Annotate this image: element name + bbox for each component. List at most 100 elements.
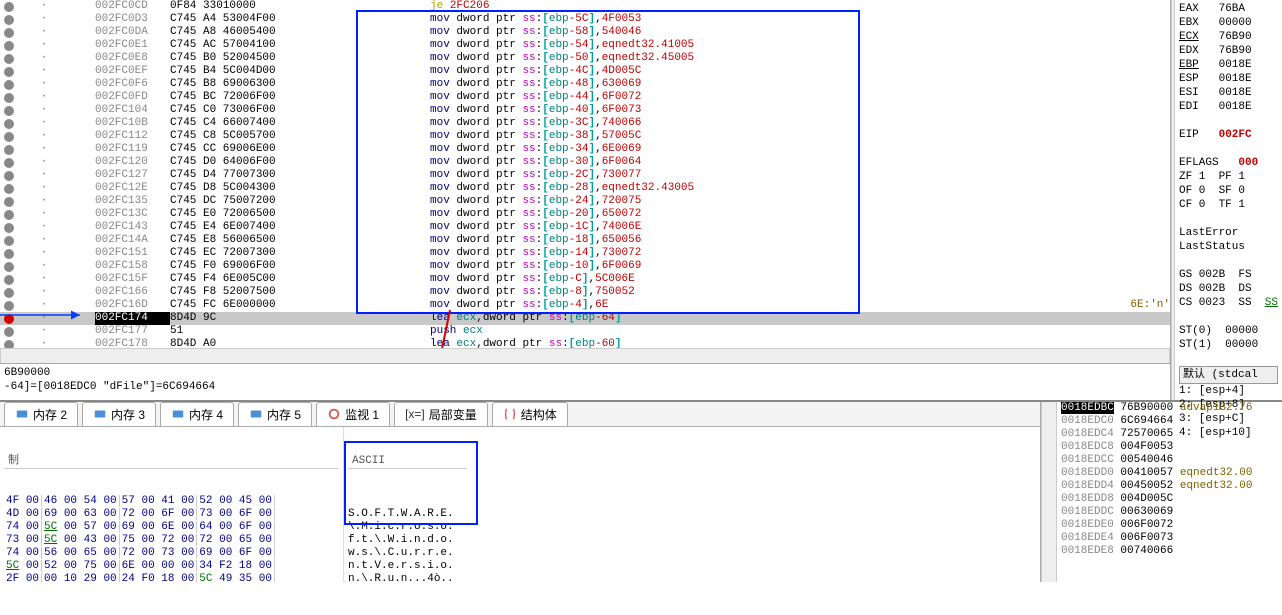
reg-eax[interactable]: EAX 76BA — [1179, 2, 1278, 16]
stack-row[interactable]: 0018EDD8 004D005C — [1061, 493, 1278, 506]
disassembly-view[interactable]: ·002FC0CD0F84 33010000je 2FC206·002FC0D3… — [0, 0, 1170, 348]
eflags[interactable]: EFLAGS 000 — [1179, 156, 1278, 170]
stack-panel[interactable]: 0018EDBC 76B90000 advapi32.760018EDC0 6C… — [1057, 402, 1282, 582]
breakpoint-marker[interactable] — [4, 210, 14, 220]
disasm-row[interactable]: ·002FC1748D4D 9Clea ecx,dword ptr ss:[eb… — [0, 312, 1170, 325]
stack-row[interactable]: 0018EDE4 006F0073 — [1061, 532, 1278, 545]
dump-ascii-row[interactable]: w.s.\.C.u.r.r.e. — [348, 547, 467, 560]
reg-esp[interactable]: ESP 0018E — [1179, 72, 1278, 86]
tab-mem3[interactable]: 内存 3 — [82, 402, 156, 427]
stack-row[interactable]: 0018EDD0 00410057 eqnedt32.00 — [1061, 467, 1278, 480]
reg-esi[interactable]: ESI 0018E — [1179, 86, 1278, 100]
disasm-row[interactable]: ·002FC127C745 D4 77007300mov dword ptr s… — [0, 169, 1170, 182]
breakpoint-marker[interactable] — [4, 327, 14, 337]
disasm-row[interactable]: ·002FC135C745 DC 75007200mov dword ptr s… — [0, 195, 1170, 208]
disasm-row[interactable]: ·002FC112C745 C8 5C005700mov dword ptr s… — [0, 130, 1170, 143]
disasm-row[interactable]: ·002FC151C745 EC 72007300mov dword ptr s… — [0, 247, 1170, 260]
breakpoint-marker[interactable] — [4, 184, 14, 194]
dump-ascii-row[interactable]: n.\.R.u.n...4ò.. — [348, 573, 467, 582]
memory-dump[interactable]: 制 4F 0046 00 54 0057 00 41 0052 00 45 00… — [0, 427, 1040, 582]
horizontal-scrollbar[interactable] — [0, 348, 1170, 363]
stack-row[interactable]: 0018EDBC 76B90000 advapi32.76 — [1061, 402, 1278, 415]
breakpoint-marker[interactable] — [4, 132, 14, 142]
disasm-row[interactable]: ·002FC10BC745 C4 66007400mov dword ptr s… — [0, 117, 1170, 130]
tab-watch1[interactable]: 监视 1 — [316, 402, 390, 427]
dump-ascii-row[interactable]: f.t.\.W.i.n.d.o. — [348, 534, 467, 547]
reg-ebp[interactable]: EBP 0018E — [1179, 58, 1278, 72]
stack-row[interactable]: 0018EDCC 00540046 — [1061, 454, 1278, 467]
callconv[interactable]: 默认 (stdcal — [1179, 366, 1278, 384]
breakpoint-marker[interactable] — [4, 106, 14, 116]
disasm-row[interactable]: ·002FC0D3C745 A4 53004F00mov dword ptr s… — [0, 13, 1170, 26]
disasm-row[interactable]: ·002FC1788D4D A0lea ecx,dword ptr ss:[eb… — [0, 338, 1170, 348]
dump-scrollbar[interactable] — [1041, 402, 1057, 582]
breakpoint-marker[interactable] — [4, 314, 14, 324]
stack-row[interactable]: 0018EDE8 00740066 — [1061, 545, 1278, 558]
dump-hex-row[interactable]: 2F 0000 10 29 0024 F0 18 005C 49 35 00 — [4, 573, 339, 582]
breakpoint-marker[interactable] — [4, 171, 14, 181]
stack-row[interactable]: 0018EDC8 004F0053 — [1061, 441, 1278, 454]
registers-panel[interactable]: EAX 76BAEBX 00000ECX 76B90EDX 76B90EBP 0… — [1175, 0, 1282, 400]
disasm-row[interactable]: ·002FC0FDC745 BC 72006F00mov dword ptr s… — [0, 91, 1170, 104]
breakpoint-marker[interactable] — [4, 275, 14, 285]
breakpoint-marker[interactable] — [4, 80, 14, 90]
disasm-row[interactable]: ·002FC0CD0F84 33010000je 2FC206 — [0, 0, 1170, 13]
tab-struct[interactable]: 结构体 — [492, 402, 568, 427]
reg-eip[interactable]: EIP 002FC — [1179, 128, 1278, 142]
breakpoint-marker[interactable] — [4, 15, 14, 25]
disasm-row[interactable]: ·002FC166C745 F8 52007500mov dword ptr s… — [0, 286, 1170, 299]
breakpoint-marker[interactable] — [4, 288, 14, 298]
disasm-row[interactable]: ·002FC120C745 D0 64006F00mov dword ptr s… — [0, 156, 1170, 169]
breakpoint-marker[interactable] — [4, 54, 14, 64]
reg-edx[interactable]: EDX 76B90 — [1179, 44, 1278, 58]
disasm-row[interactable]: ·002FC14AC745 E8 56006500mov dword ptr s… — [0, 234, 1170, 247]
breakpoint-marker[interactable] — [4, 67, 14, 77]
tab-mem2[interactable]: 内存 2 — [4, 402, 78, 427]
reg-ebx[interactable]: EBX 00000 — [1179, 16, 1278, 30]
dump-hex-row[interactable]: 4D 0069 00 63 0072 00 6F 0073 00 6F 00 — [4, 508, 339, 521]
disasm-row[interactable]: ·002FC0E8C745 B0 52004500mov dword ptr s… — [0, 52, 1170, 65]
disasm-row[interactable]: ·002FC15FC745 F4 6E005C00mov dword ptr s… — [0, 273, 1170, 286]
dump-ascii-row[interactable]: n.t.V.e.r.s.i.o. — [348, 560, 467, 573]
disasm-row[interactable]: ·002FC104C745 C0 73006F00mov dword ptr s… — [0, 104, 1170, 117]
dump-hex-row[interactable]: 5C 0052 00 75 006E 00 00 0034 F2 18 00 — [4, 560, 339, 573]
disasm-row[interactable]: ·002FC0EFC745 B4 5C004D00mov dword ptr s… — [0, 65, 1170, 78]
breakpoint-marker[interactable] — [4, 2, 14, 12]
breakpoint-marker[interactable] — [4, 41, 14, 51]
disasm-row[interactable]: ·002FC12EC745 D8 5C004300mov dword ptr s… — [0, 182, 1170, 195]
disasm-row[interactable]: ·002FC16DC745 FC 6E000000mov dword ptr s… — [0, 299, 1170, 312]
breakpoint-marker[interactable] — [4, 28, 14, 38]
breakpoint-marker[interactable] — [4, 158, 14, 168]
stack-row[interactable]: 0018EDC0 6C694664 — [1061, 415, 1278, 428]
breakpoint-marker[interactable] — [4, 262, 14, 272]
disasm-row[interactable]: ·002FC143C745 E4 6E007400mov dword ptr s… — [0, 221, 1170, 234]
tab-mem5[interactable]: 内存 5 — [238, 402, 312, 427]
disasm-row[interactable]: ·002FC17751push ecx — [0, 325, 1170, 338]
dump-hex-row[interactable]: 74 005C 00 57 0069 00 6E 0064 00 6F 00 — [4, 521, 339, 534]
breakpoint-marker[interactable] — [4, 223, 14, 233]
breakpoint-marker[interactable] — [4, 145, 14, 155]
dump-hex-row[interactable]: 74 0056 00 65 0072 00 73 0069 00 6F 00 — [4, 547, 339, 560]
stack-row[interactable]: 0018EDD4 00450052 eqnedt32.00 — [1061, 480, 1278, 493]
reg-ecx[interactable]: ECX 76B90 — [1179, 30, 1278, 44]
dump-ascii-row[interactable]: \.M.i.c.r.o.s.o. — [348, 521, 467, 534]
breakpoint-marker[interactable] — [4, 119, 14, 129]
disasm-row[interactable]: ·002FC0F6C745 B8 69006300mov dword ptr s… — [0, 78, 1170, 91]
stack-row[interactable]: 0018EDE0 006F0072 — [1061, 519, 1278, 532]
reg-edi[interactable]: EDI 0018E — [1179, 100, 1278, 114]
disasm-row[interactable]: ·002FC13CC745 E0 72006500mov dword ptr s… — [0, 208, 1170, 221]
breakpoint-marker[interactable] — [4, 197, 14, 207]
disasm-row[interactable]: ·002FC0E1C745 AC 57004100mov dword ptr s… — [0, 39, 1170, 52]
breakpoint-marker[interactable] — [4, 93, 14, 103]
dump-ascii-row[interactable]: S.O.F.T.W.A.R.E. — [348, 508, 467, 521]
dump-hex-row[interactable]: 73 005C 00 43 0075 00 72 0072 00 65 00 — [4, 534, 339, 547]
disasm-row[interactable]: ·002FC158C745 F0 69006F00mov dword ptr s… — [0, 260, 1170, 273]
stack-row[interactable]: 0018EDDC 00630069 — [1061, 506, 1278, 519]
breakpoint-marker[interactable] — [4, 301, 14, 311]
dump-hex-row[interactable]: 4F 0046 00 54 0057 00 41 0052 00 45 00 — [4, 495, 339, 508]
disasm-row[interactable]: ·002FC119C745 CC 69006E00mov dword ptr s… — [0, 143, 1170, 156]
breakpoint-marker[interactable] — [4, 236, 14, 246]
tab-locals[interactable]: [x=]局部变量 — [394, 402, 488, 427]
breakpoint-marker[interactable] — [4, 340, 14, 349]
stack-row[interactable]: 0018EDC4 72570065 — [1061, 428, 1278, 441]
